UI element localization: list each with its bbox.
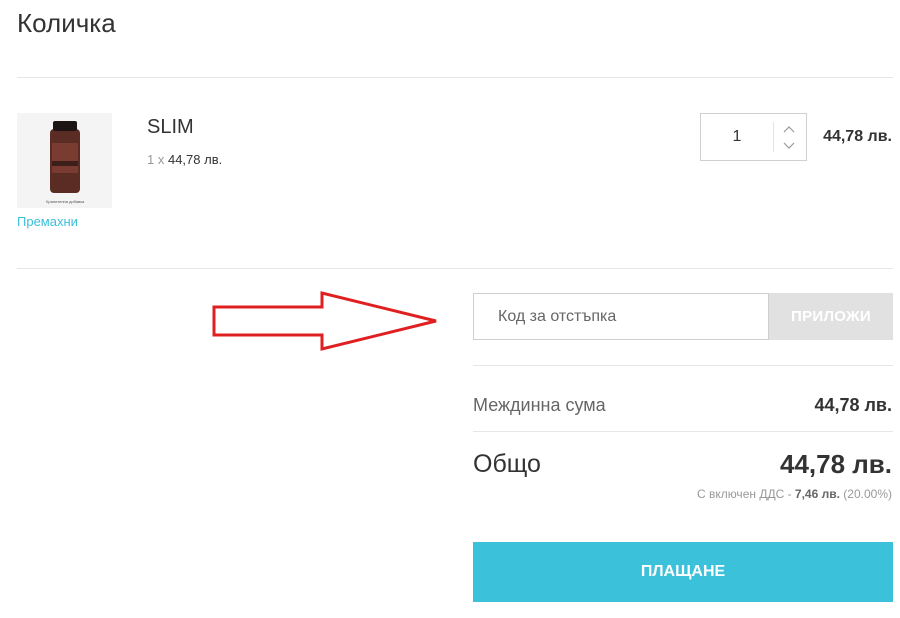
divider [473,431,893,432]
chevron-up-icon[interactable] [781,123,797,135]
quantity-prefix: 1 x [147,152,165,167]
vat-amount: 7,46 лв. [794,487,840,501]
product-image[interactable]: Хранителна добавка [17,113,112,208]
arrow-right-icon [212,291,437,351]
product-name[interactable]: SLIM [147,116,194,139]
vat-prefix: С включен ДДС - [696,487,792,501]
bottle-image [50,121,80,193]
quantity-input[interactable]: 1 [701,114,773,160]
page-title: Количка [17,8,116,38]
divider [473,365,893,366]
product-image-caption: Хранителна добавка [45,199,85,204]
vat-info: С включен ДДС - 7,46 лв. (20.00%) [697,487,892,501]
subtotal-label: Междинна сума [473,395,606,415]
line-total: 44,78 лв. [823,128,892,145]
apply-coupon-button[interactable]: ПРИЛОЖИ [769,293,893,340]
divider [17,77,893,78]
chevron-down-icon[interactable] [781,140,797,152]
checkout-button[interactable]: ПЛАЩАНЕ [473,542,893,602]
stepper-separator [773,122,774,152]
total-label: Общо [473,450,541,478]
total-value: 44,78 лв. [779,449,892,479]
remove-item-link[interactable]: Премахни [17,214,78,229]
subtotal-value: 44,78 лв. [814,395,892,415]
divider [17,268,893,269]
quantity-stepper[interactable]: 1 [700,113,807,161]
vat-rate: (20.00%) [843,487,892,501]
coupon-code-input[interactable] [473,293,769,340]
unit-price-line: 1 x 44,78 лв. [147,152,222,167]
unit-price: 44,78 лв. [167,152,223,167]
